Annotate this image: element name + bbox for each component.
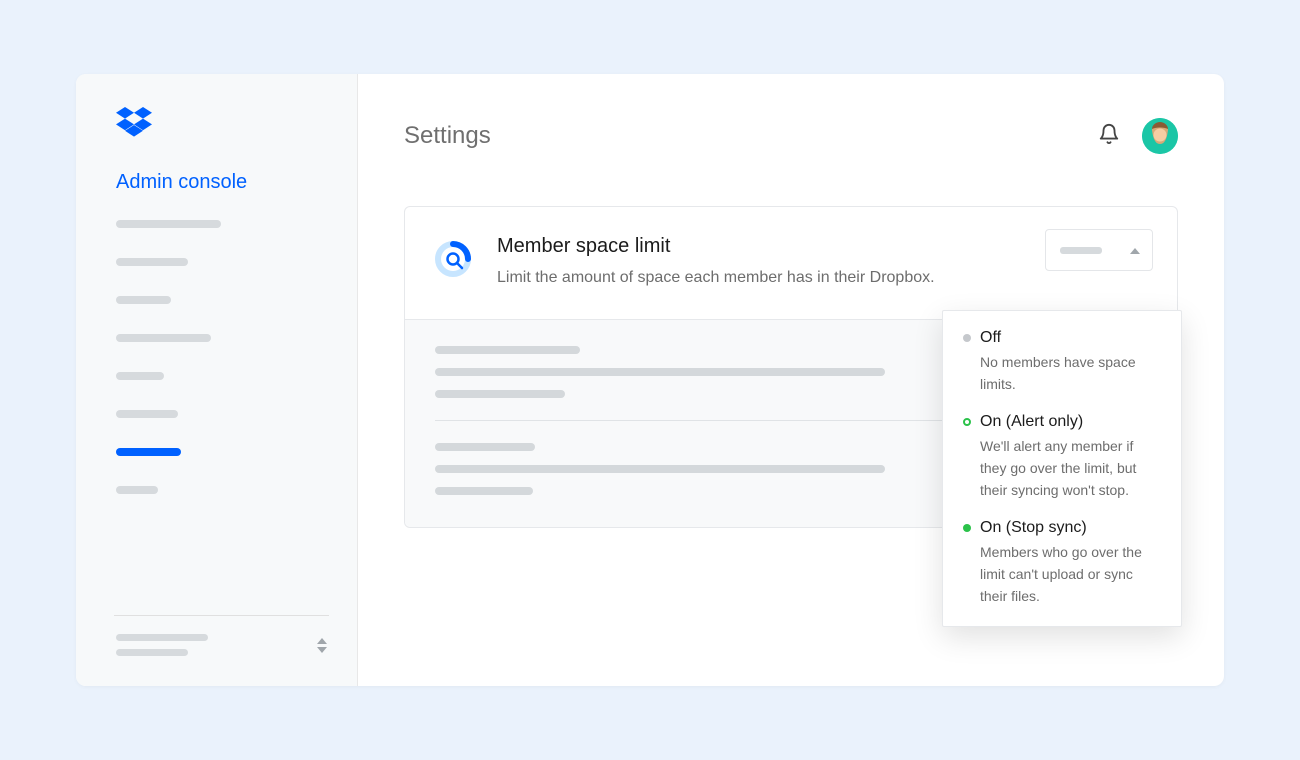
sidebar-nav-item[interactable] bbox=[116, 486, 158, 494]
dropdown-option-off[interactable]: Off No members have space limits. bbox=[963, 329, 1161, 395]
select-value-placeholder bbox=[1060, 247, 1102, 254]
notifications-bell-icon[interactable] bbox=[1098, 123, 1120, 150]
sidebar: Admin console bbox=[76, 74, 358, 686]
sidebar-section-title[interactable]: Admin console bbox=[116, 171, 327, 194]
sidebar-footer bbox=[116, 634, 327, 686]
dropdown-option-description: Members who go over the limit can't uplo… bbox=[963, 542, 1161, 607]
sidebar-nav-item[interactable] bbox=[116, 334, 211, 342]
placeholder-line bbox=[435, 487, 533, 495]
status-dot-icon bbox=[963, 524, 971, 532]
main-content: Settings bbox=[358, 74, 1224, 686]
sidebar-nav-item[interactable] bbox=[116, 372, 164, 380]
main-header: Settings bbox=[404, 118, 1178, 154]
header-actions bbox=[1098, 118, 1178, 154]
card-description: Limit the amount of space each member ha… bbox=[497, 266, 987, 291]
sidebar-nav-item[interactable] bbox=[116, 220, 221, 228]
placeholder-line bbox=[435, 390, 565, 398]
placeholder-line bbox=[435, 465, 885, 473]
user-avatar[interactable] bbox=[1142, 118, 1178, 154]
sidebar-footer-line bbox=[116, 634, 208, 641]
sidebar-nav-item[interactable] bbox=[116, 410, 178, 418]
dropdown-option-title: On (Alert only) bbox=[980, 413, 1083, 431]
placeholder-line bbox=[435, 346, 580, 354]
admin-console-window: Admin console Settings bbox=[76, 74, 1224, 686]
dropbox-logo-icon bbox=[116, 107, 152, 137]
sidebar-nav-item-active[interactable] bbox=[116, 448, 181, 456]
dropdown-option-description: We'll alert any member if they go over t… bbox=[963, 436, 1161, 501]
space-limit-dropdown: Off No members have space limits. On (Al… bbox=[942, 310, 1182, 627]
status-dot-icon bbox=[963, 418, 971, 426]
dropdown-option-title: Off bbox=[980, 329, 1001, 347]
sidebar-footer-line bbox=[116, 649, 188, 656]
sidebar-nav-item[interactable] bbox=[116, 258, 188, 266]
dropdown-option-title: On (Stop sync) bbox=[980, 519, 1087, 537]
sidebar-nav bbox=[116, 220, 327, 615]
sidebar-nav-item[interactable] bbox=[116, 296, 171, 304]
sidebar-divider bbox=[114, 615, 329, 616]
chevron-up-icon bbox=[1130, 241, 1140, 259]
page-title: Settings bbox=[404, 122, 491, 150]
dropdown-option-stop-sync[interactable]: On (Stop sync) Members who go over the l… bbox=[963, 519, 1161, 607]
space-limit-select[interactable] bbox=[1045, 229, 1153, 271]
sidebar-sort-arrows-icon[interactable] bbox=[317, 638, 327, 653]
dropdown-option-alert-only[interactable]: On (Alert only) We'll alert any member i… bbox=[963, 413, 1161, 501]
status-dot-icon bbox=[963, 334, 971, 342]
space-usage-icon bbox=[435, 241, 471, 277]
card-title: Member space limit bbox=[497, 235, 987, 258]
placeholder-line bbox=[435, 443, 535, 451]
placeholder-line bbox=[435, 368, 885, 376]
dropdown-option-description: No members have space limits. bbox=[963, 352, 1161, 395]
